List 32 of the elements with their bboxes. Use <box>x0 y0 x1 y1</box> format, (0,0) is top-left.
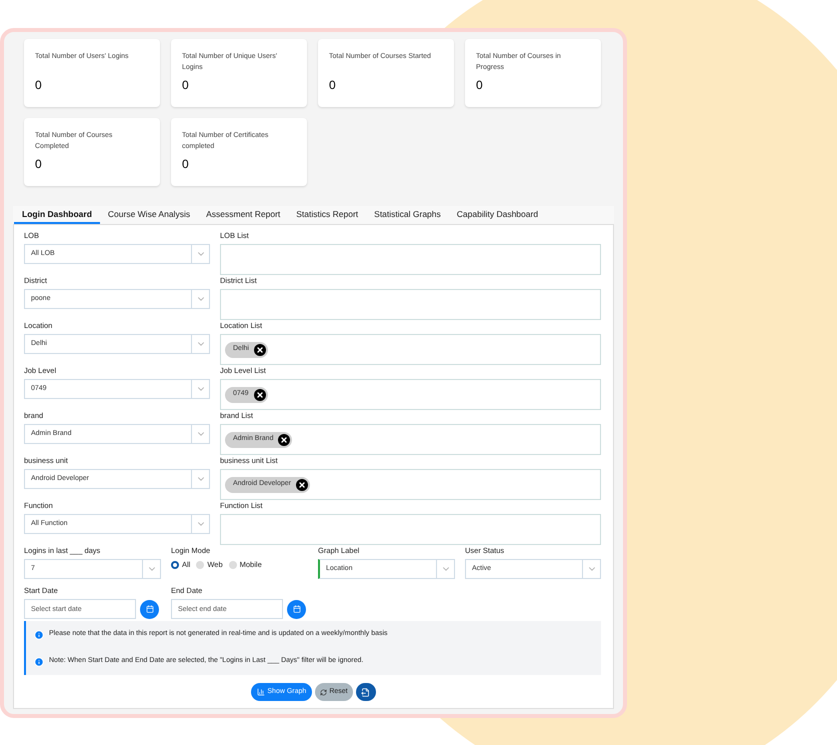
remove-chip-button[interactable] <box>296 478 308 490</box>
close-icon <box>256 390 264 398</box>
stat-value: 0 <box>35 77 43 94</box>
tab[interactable]: Assessment Report <box>198 206 288 224</box>
calendar-button[interactable] <box>140 600 159 618</box>
tab[interactable]: Capability Dashboard <box>448 206 546 224</box>
tab[interactable]: Statistical Graphs <box>366 206 449 224</box>
stat-value: 0 <box>329 77 337 94</box>
stat-value: 0 <box>35 156 43 173</box>
tab[interactable]: Course Wise Analysis <box>100 206 198 224</box>
remove-chip-button[interactable] <box>254 388 266 400</box>
calendar-icon <box>292 605 300 613</box>
info-icon <box>34 656 44 666</box>
radio-button[interactable] <box>228 560 237 569</box>
radio-button[interactable] <box>171 560 179 569</box>
remove-chip-button[interactable] <box>278 434 290 446</box>
stat-value: 0 <box>182 77 190 94</box>
close-icon <box>280 436 288 444</box>
file-export-icon <box>361 688 370 696</box>
refresh-icon <box>320 688 328 696</box>
remove-chip-button[interactable] <box>254 344 266 356</box>
info-icon <box>34 630 44 640</box>
close-icon <box>298 480 306 488</box>
tab[interactable]: Statistics Report <box>288 206 366 224</box>
close-icon <box>256 346 264 354</box>
stat-value: 0 <box>476 77 484 94</box>
export-button[interactable] <box>356 683 376 701</box>
calendar-button[interactable] <box>287 600 306 618</box>
radio-button[interactable] <box>196 560 204 569</box>
bar-chart-icon <box>257 688 266 696</box>
stat-value: 0 <box>182 156 190 173</box>
calendar-icon <box>146 605 154 613</box>
